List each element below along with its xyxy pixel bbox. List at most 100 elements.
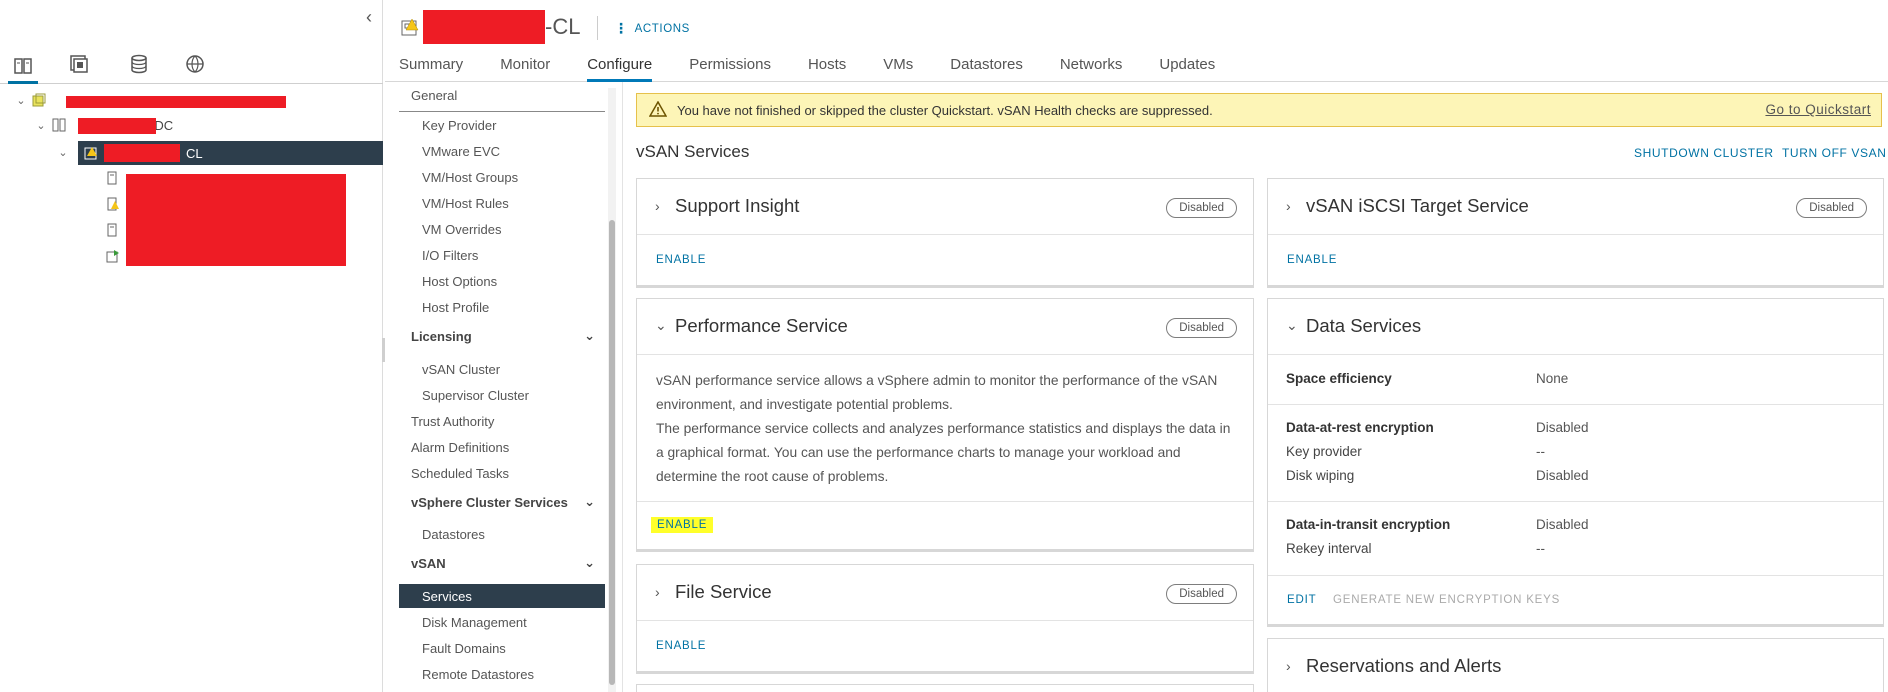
chevron-down-icon[interactable]: ⌄ xyxy=(14,94,28,107)
row-value: None xyxy=(1536,371,1569,386)
chevron-right-icon[interactable]: › xyxy=(655,584,660,600)
menu-item-alarm-definitions[interactable]: Alarm Definitions xyxy=(399,435,605,459)
vcenter-icon xyxy=(32,93,46,107)
menu-item-disk-management[interactable]: Disk Management xyxy=(399,610,605,634)
card-title: Support Insight xyxy=(675,195,800,216)
status-badge: Disabled xyxy=(1796,198,1867,218)
host-icon xyxy=(106,223,120,237)
menu-item-general[interactable]: General xyxy=(399,88,605,112)
card-title: Data Services xyxy=(1306,315,1422,336)
enable-file-service-button[interactable]: ENABLE xyxy=(656,640,706,652)
networking-icon[interactable] xyxy=(180,50,210,78)
status-badge: Disabled xyxy=(1166,198,1237,218)
menu-item-fault-domains[interactable]: Fault Domains xyxy=(399,636,605,660)
chevron-down-icon[interactable]: ⌄ xyxy=(34,119,48,132)
tab-datastores[interactable]: Datastores xyxy=(950,56,1023,82)
menu-item-trust-authority[interactable]: Trust Authority xyxy=(399,409,605,433)
menu-item-host-profile[interactable]: Host Profile xyxy=(399,295,605,319)
hosts-and-clusters-icon[interactable] xyxy=(8,50,38,84)
chevron-right-icon[interactable]: › xyxy=(1286,658,1291,674)
enable-iscsi-button[interactable]: ENABLE xyxy=(1287,254,1337,266)
menu-group-licensing[interactable]: Licensing ⌄ xyxy=(399,324,605,348)
card-title: vSAN iSCSI Target Service xyxy=(1306,195,1529,216)
page-title-suffix: -CL xyxy=(545,14,581,39)
tab-configure[interactable]: Configure xyxy=(587,56,653,82)
card-divider xyxy=(1268,501,1883,502)
data-services-card: ⌄ Data Services Space efficiency None Da… xyxy=(1267,298,1884,625)
storage-icon[interactable] xyxy=(124,50,154,78)
chevron-right-icon[interactable]: › xyxy=(1286,198,1291,214)
row-label: Data-in-transit encryption xyxy=(1286,517,1451,532)
chevron-right-icon[interactable]: › xyxy=(655,198,660,214)
menu-group-vsan[interactable]: vSAN ⌄ xyxy=(399,551,605,575)
menu-item-key-provider[interactable]: Key Provider xyxy=(399,113,605,137)
enable-performance-button[interactable]: ENABLE xyxy=(651,517,714,533)
tree-item-vm[interactable] xyxy=(102,246,124,266)
menu-group-vsphere-cluster-services[interactable]: vSphere Cluster Services ⌄ xyxy=(399,490,605,514)
generate-encryption-keys-button[interactable]: GENERATE NEW ENCRYPTION KEYS xyxy=(1333,594,1560,606)
tab-updates[interactable]: Updates xyxy=(1159,56,1215,82)
menu-item-vsan-cluster[interactable]: vSAN Cluster xyxy=(399,357,605,381)
row-label: Rekey interval xyxy=(1286,541,1372,556)
enable-support-insight-button[interactable]: ENABLE xyxy=(656,254,706,266)
menu-scrollbar-thumb[interactable] xyxy=(609,220,615,685)
next-card-partial xyxy=(636,684,1254,692)
space-efficiency-row: Space efficiency None xyxy=(1286,371,1883,393)
tab-monitor[interactable]: Monitor xyxy=(500,56,550,82)
actions-menu[interactable]: ⋮ ACTIONS xyxy=(614,20,690,37)
shutdown-cluster-button[interactable]: SHUTDOWN CLUSTER xyxy=(1634,146,1774,160)
chevron-down-icon[interactable]: ⌄ xyxy=(655,317,667,334)
vms-and-templates-icon[interactable] xyxy=(64,50,94,78)
chevron-down-icon[interactable]: ⌄ xyxy=(56,146,70,159)
menu-group-label: vSAN xyxy=(411,555,446,571)
card-header[interactable]: › vSAN iSCSI Target Service Disabled xyxy=(1268,179,1883,235)
menu-item-supervisor-cluster[interactable]: Supervisor Cluster xyxy=(399,383,605,407)
edit-data-services-button[interactable]: EDIT xyxy=(1287,594,1316,606)
menu-item-io-filters[interactable]: I/O Filters xyxy=(399,243,605,267)
turn-off-vsan-button[interactable]: TURN OFF VSAN xyxy=(1782,146,1886,160)
description-paragraph: The performance service collects and ana… xyxy=(656,421,1231,484)
row-value: -- xyxy=(1536,444,1545,459)
menu-item-vm-host-groups[interactable]: VM/Host Groups xyxy=(399,165,605,189)
card-header[interactable]: › File Service Disabled xyxy=(637,565,1253,621)
tree-item-host-2[interactable] xyxy=(102,194,124,214)
cluster-warning-icon xyxy=(84,146,98,160)
redacted-datacenter-name xyxy=(78,118,156,134)
object-tabs: Summary Monitor Configure Permissions Ho… xyxy=(399,56,1252,82)
rekey-interval-row: Rekey interval -- xyxy=(1286,541,1883,563)
tree-item-host-3[interactable] xyxy=(102,220,124,240)
card-divider xyxy=(1268,575,1883,576)
redacted-vcenter-name xyxy=(66,96,286,108)
menu-item-vm-host-rules[interactable]: VM/Host Rules xyxy=(399,191,605,215)
go-to-quickstart-link[interactable]: Go to Quickstart xyxy=(1765,102,1871,117)
kebab-vertical-icon: ⋮ xyxy=(614,20,629,36)
chevron-down-icon[interactable]: ⌄ xyxy=(1286,317,1298,334)
pane-resize-handle[interactable] xyxy=(382,338,385,362)
chevron-left-icon[interactable]: ‹ xyxy=(366,8,380,28)
card-header[interactable]: ⌄ Performance Service Disabled xyxy=(637,299,1253,355)
menu-item-services[interactable]: Services xyxy=(399,584,605,608)
chevron-down-icon: ⌄ xyxy=(584,328,595,343)
tab-summary[interactable]: Summary xyxy=(399,56,463,82)
tree-item-host-1[interactable] xyxy=(102,168,124,188)
cluster-warning-icon xyxy=(401,18,419,36)
menu-item-vm-overrides[interactable]: VM Overrides xyxy=(399,217,605,241)
configure-menu: General Key Provider VMware EVC VM/Host … xyxy=(399,88,621,692)
header-divider xyxy=(597,16,598,40)
menu-item-vmware-evc[interactable]: VMware EVC xyxy=(399,139,605,163)
tab-vms[interactable]: VMs xyxy=(883,56,913,82)
tab-permissions[interactable]: Permissions xyxy=(689,56,771,82)
menu-item-host-options[interactable]: Host Options xyxy=(399,269,605,293)
card-header[interactable]: › Reservations and Alerts xyxy=(1268,639,1883,692)
menu-item-scheduled-tasks[interactable]: Scheduled Tasks xyxy=(399,461,605,485)
menu-item-datastores[interactable]: Datastores xyxy=(399,522,605,546)
card-header[interactable]: › Support Insight Disabled xyxy=(637,179,1253,235)
menu-item-remote-datastores[interactable]: Remote Datastores xyxy=(399,662,605,686)
tree-item-vcenter[interactable]: ⌄ xyxy=(14,90,50,110)
card-header[interactable]: ⌄ Data Services xyxy=(1268,299,1883,355)
row-label: Data-at-rest encryption xyxy=(1286,420,1434,435)
navigator-tabs xyxy=(0,44,383,84)
alert-text: You have not finished or skipped the clu… xyxy=(677,102,1213,118)
tab-networks[interactable]: Networks xyxy=(1060,56,1123,82)
tab-hosts[interactable]: Hosts xyxy=(808,56,846,82)
